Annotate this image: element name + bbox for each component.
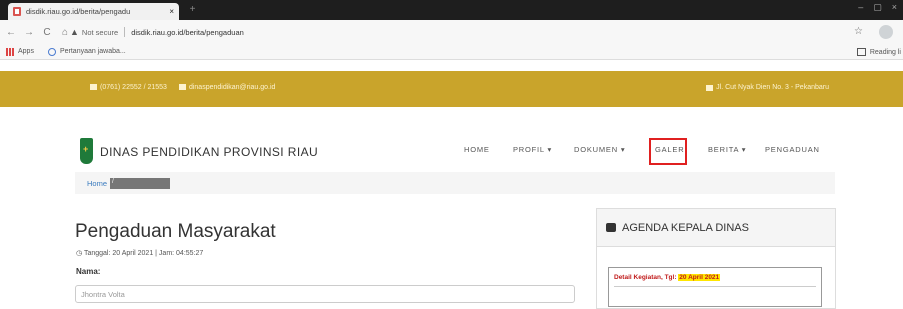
email-text: dinaspendidikan@riau.go.id [188, 84, 276, 91]
riau-logo-icon[interactable] [80, 138, 93, 164]
reading-list[interactable]: Reading li [856, 48, 901, 56]
reading-list-label: Reading li [869, 48, 901, 56]
email-contact[interactable]: dinaspendidikan@riau.go.id [178, 84, 276, 91]
contact-info-bar: (0761) 22552 / 21553 dinaspendidikan@ria… [0, 71, 903, 107]
security-label: Not secure [81, 27, 119, 37]
contact-left: (0761) 22552 / 21553 dinaspendidikan@ria… [90, 84, 275, 91]
nav-home[interactable]: HOME [464, 145, 490, 154]
breadcrumb-home[interactable]: Home [87, 179, 107, 188]
apps-grid-icon [6, 47, 14, 56]
close-window-icon[interactable]: × [892, 2, 897, 13]
users-icon [606, 223, 616, 232]
name-label: Nama: [76, 267, 101, 276]
browser-toolbar: ← → C ⌂ ▲ Not secure disdik.riau.go.id/b… [0, 20, 903, 44]
tab-close-icon[interactable]: × [169, 7, 174, 16]
maximize-icon[interactable]: ▢ [873, 2, 882, 13]
address-text: Jl. Cut Nyak Dien No. 3 - Pekanbaru [716, 84, 829, 91]
agenda-title: AGENDA KEPALA DINAS [622, 221, 749, 234]
back-icon[interactable]: ← [4, 27, 18, 38]
bookmark-pertanyaan[interactable]: Pertanyaan jawaba... [47, 47, 126, 56]
url-text: disdik.riau.go.id/berita/pengaduan [131, 27, 244, 37]
bookmark-apps[interactable]: Apps [6, 47, 34, 56]
galeri-highlight-box [649, 138, 687, 165]
address-bar[interactable]: ▲ Not secure disdik.riau.go.id/berita/pe… [70, 24, 850, 40]
new-tab-button[interactable]: + [186, 4, 199, 16]
email-icon [178, 84, 186, 91]
nav-pengaduan[interactable]: PENGADUAN [765, 145, 820, 154]
globe-icon [47, 47, 56, 56]
name-field-value: Jhontra Volta [81, 289, 125, 299]
agenda-panel: AGENDA KEPALA DINAS Detail Kegiatan, Tgl… [596, 208, 836, 309]
post-meta: ◷ Tanggal: 20 April 2021 | Jam: 04:55:27 [76, 249, 203, 257]
phone-text: (0761) 22552 / 21553 [100, 84, 167, 91]
page-title: Pengaduan Masyarakat [75, 221, 276, 242]
agenda-header: AGENDA KEPALA DINAS [597, 209, 835, 247]
bookmark-pertanyaan-label: Pertanyaan jawaba... [59, 48, 126, 55]
browser-tab[interactable]: disdik.riau.go.id/berita/pengadu × [8, 3, 179, 20]
bookmarks-bar: Apps Pertanyaan jawaba... [0, 44, 903, 60]
nav-dokumen[interactable]: DOKUMEN ▾ [574, 145, 625, 154]
name-field[interactable]: Jhontra Volta [75, 285, 575, 303]
reading-list-icon [856, 48, 866, 56]
profile-avatar[interactable] [879, 25, 893, 39]
bookmark-star-icon[interactable]: ☆ [854, 26, 863, 37]
phone-icon [90, 84, 97, 91]
address-separator [124, 27, 126, 37]
agenda-detail-label: Detail Kegiatan, Tgl: [614, 274, 677, 281]
address-contact: Jl. Cut Nyak Dien No. 3 - Pekanbaru [706, 84, 829, 91]
clock-icon: ◷ [76, 250, 84, 257]
tab-title: disdik.riau.go.id/berita/pengadu [26, 7, 131, 16]
bookmark-apps-label: Apps [18, 48, 34, 55]
window-controls: – ▢ × [858, 2, 897, 13]
nav-berita[interactable]: BERITA ▾ [708, 145, 746, 154]
browser-tab-strip: disdik.riau.go.id/berita/pengadu × + – ▢… [0, 0, 903, 20]
post-meta-text: Tanggal: 20 April 2021 | Jam: 04:55:27 [83, 250, 204, 257]
map-marker-icon [706, 84, 714, 91]
site-favicon-icon [13, 7, 21, 16]
agenda-detail-date: 20 April 2021 [678, 274, 721, 281]
agenda-detail-box: Detail Kegiatan, Tgl: 20 April 2021 [608, 267, 822, 307]
phone-contact[interactable]: (0761) 22552 / 21553 [90, 84, 167, 91]
warning-icon: ▲ [70, 27, 79, 37]
breadcrumb-current: / [110, 177, 171, 189]
site-header: DINAS PENDIDIKAN PROVINSI RIAU HOME PROF… [0, 107, 903, 167]
reload-icon[interactable]: C [40, 27, 54, 38]
forward-icon[interactable]: → [22, 27, 36, 38]
agenda-divider [614, 286, 816, 287]
site-title[interactable]: DINAS PENDIDIKAN PROVINSI RIAU [100, 145, 318, 159]
minimize-icon[interactable]: – [858, 2, 863, 13]
breadcrumb: Home / [75, 172, 835, 194]
nav-profil[interactable]: PROFIL ▾ [513, 145, 552, 154]
